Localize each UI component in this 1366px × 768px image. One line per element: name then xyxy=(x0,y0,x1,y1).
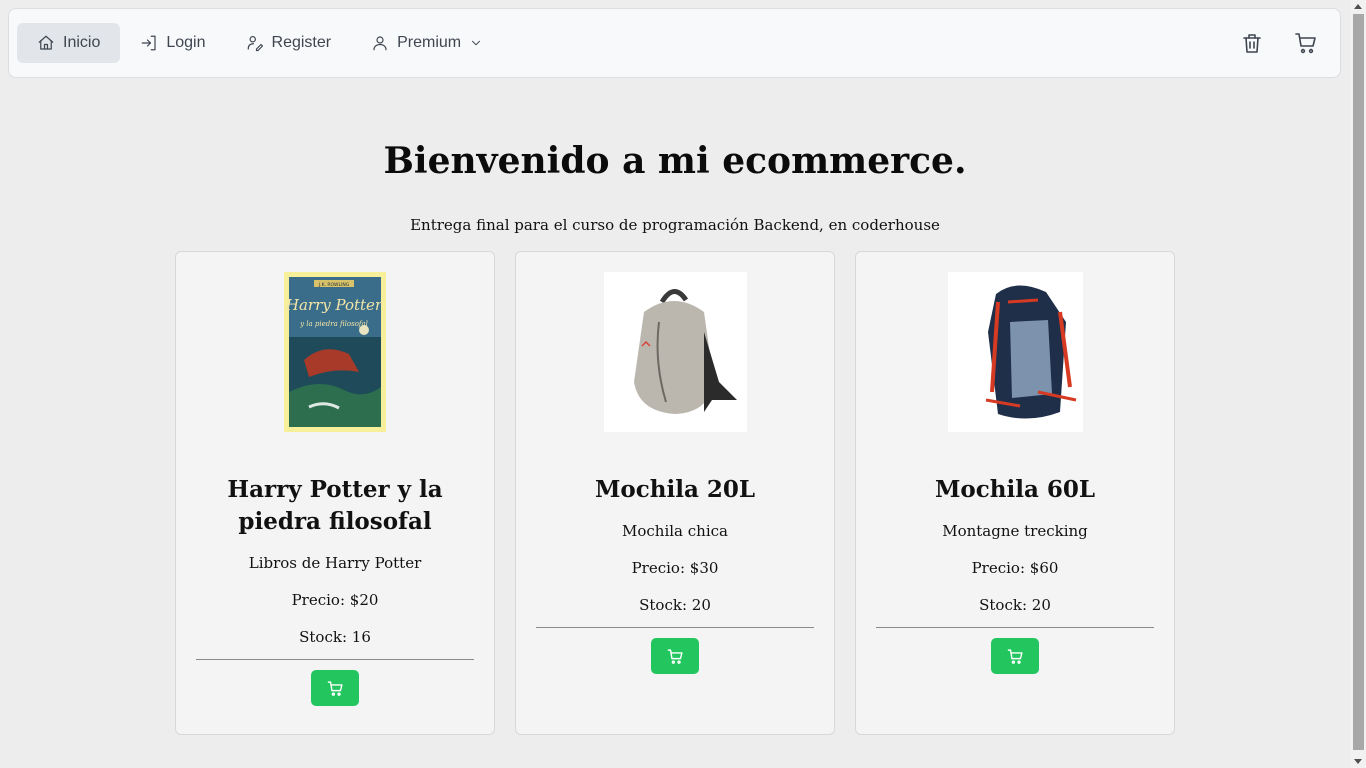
product-title: Harry Potter y la piedra filosofal xyxy=(227,476,443,535)
trash-icon xyxy=(1243,34,1261,53)
add-to-cart-button[interactable] xyxy=(651,638,699,674)
product-description: Mochila chica xyxy=(622,522,728,540)
product-card: J.K. ROWLING Harry Potter y la piedra fi… xyxy=(175,251,495,735)
chevron-down-icon xyxy=(472,40,481,46)
scroll-down-arrow[interactable] xyxy=(1354,759,1362,764)
scroll-thumb[interactable] xyxy=(1353,14,1364,750)
add-to-cart-button[interactable] xyxy=(991,638,1039,674)
user-icon xyxy=(373,36,387,51)
nav-register[interactable]: Register xyxy=(226,23,352,63)
cart-button[interactable] xyxy=(1294,31,1318,55)
add-to-cart-button[interactable] xyxy=(311,670,359,706)
scroll-up-arrow[interactable] xyxy=(1354,4,1362,9)
product-price: Precio: $60 xyxy=(971,559,1059,577)
top-navbar: Inicio Login Register Premium xyxy=(8,8,1341,78)
nav-label-register: Register xyxy=(271,34,332,51)
product-stock: Stock: 16 xyxy=(299,628,371,646)
cart-icon xyxy=(1007,648,1023,664)
cart-icon xyxy=(1295,33,1316,54)
nav-label-premium: Premium xyxy=(397,34,462,51)
book-subtitle-text: y la piedra filosofal xyxy=(299,320,368,328)
page-title: Bienvenido a mi ecommerce. xyxy=(383,140,967,182)
grey-backpack-image xyxy=(603,272,747,432)
cart-icon xyxy=(667,648,683,664)
card-divider xyxy=(196,659,474,660)
vertical-scrollbar[interactable] xyxy=(1350,0,1366,768)
nav-premium-dropdown[interactable]: Premium xyxy=(351,23,503,63)
book-title-text: Harry Potter xyxy=(285,296,383,314)
register-icon xyxy=(247,36,263,52)
login-icon xyxy=(142,35,156,51)
nav-login[interactable]: Login xyxy=(120,23,225,63)
home-icon xyxy=(38,35,54,50)
nav-inicio[interactable]: Inicio xyxy=(17,23,121,63)
card-divider xyxy=(536,627,814,628)
product-title: Mochila 20L xyxy=(594,476,756,503)
product-price: Precio: $20 xyxy=(291,591,379,609)
product-image-harry-potter: J.K. ROWLING Harry Potter y la piedra fi… xyxy=(284,272,386,432)
nav-label-inicio: Inicio xyxy=(63,34,101,51)
card-divider xyxy=(876,627,1154,628)
product-image-mochila-60l xyxy=(947,272,1083,432)
cart-icon xyxy=(327,680,343,696)
book-cover-image: J.K. ROWLING Harry Potter y la piedra fi… xyxy=(284,272,386,432)
product-stock: Stock: 20 xyxy=(979,596,1051,614)
trekking-backpack-image xyxy=(947,272,1083,432)
product-card: Mochila 60L Montagne trecking Precio: $6… xyxy=(855,251,1175,735)
product-stock: Stock: 20 xyxy=(639,596,711,614)
product-description: Montagne trecking xyxy=(942,522,1088,540)
nav-label-login: Login xyxy=(166,34,206,51)
product-card: Mochila 20L Mochila chica Precio: $30 St… xyxy=(515,251,835,735)
product-grid: J.K. ROWLING Harry Potter y la piedra fi… xyxy=(175,251,1175,735)
product-image-mochila-20l xyxy=(603,272,747,432)
product-price: Precio: $30 xyxy=(631,559,719,577)
page-subtitle: Entrega final para el curso de programac… xyxy=(410,216,940,234)
book-author-text: J.K. ROWLING xyxy=(318,282,350,288)
product-description: Libros de Harry Potter xyxy=(248,554,422,572)
product-title: Mochila 60L xyxy=(934,476,1096,503)
trash-button[interactable] xyxy=(1240,31,1264,55)
